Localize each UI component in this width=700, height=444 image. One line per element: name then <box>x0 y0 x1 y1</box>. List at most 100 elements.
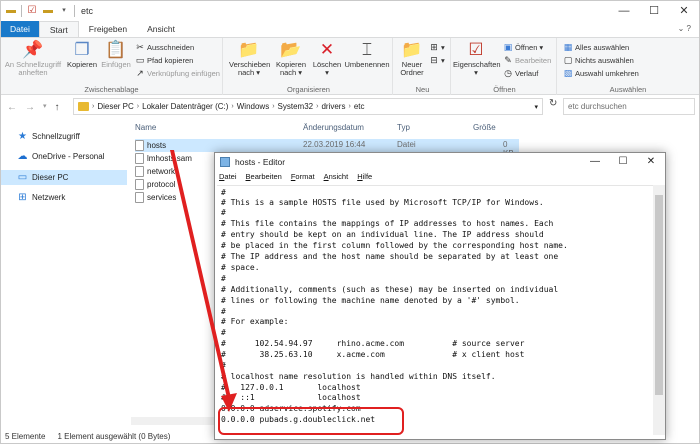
notepad-text-line: # <box>221 274 226 283</box>
properties-check-icon: ☑ <box>468 40 484 59</box>
tab-ansicht[interactable]: Ansicht <box>137 21 185 37</box>
nav-onedrive[interactable]: ☁ OneDrive - Personal <box>17 151 105 162</box>
new-item-button[interactable]: ⊞ ▾ <box>429 42 445 52</box>
move-to-button[interactable]: 📁 Verschieben nach ▾ <box>229 40 270 77</box>
ribbon-collapse-icon[interactable]: ⌄ ? <box>678 24 691 33</box>
paste-shortcut-button[interactable]: ↗ Verknüpfung einfügen <box>135 68 220 78</box>
file-icon <box>135 192 144 203</box>
notepad-maximize-button[interactable]: ☐ <box>609 153 637 171</box>
column-header-name[interactable]: Name <box>135 123 156 132</box>
crumb-system32[interactable]: System32 <box>278 102 314 111</box>
file-row-services[interactable]: services <box>135 191 176 204</box>
scrollbar-thumb[interactable] <box>655 195 663 395</box>
file-row-lmhosts[interactable]: lmhosts.sam <box>135 152 192 165</box>
file-row-networks[interactable]: networks <box>135 165 179 178</box>
horizontal-scrollbar[interactable] <box>131 417 221 425</box>
crumb-local-disk[interactable]: Lokaler Datenträger (C:) <box>142 102 228 111</box>
crumb-this-pc[interactable]: Dieser PC <box>97 102 133 111</box>
search-input[interactable]: etc durchsuchen <box>563 98 695 115</box>
cut-button[interactable]: ✂ Ausschneiden <box>135 42 194 52</box>
menu-ansicht[interactable]: Ansicht <box>324 172 349 184</box>
crumb-etc[interactable]: etc <box>354 102 365 111</box>
edit-button[interactable]: ✎ Bearbeiten <box>503 55 551 65</box>
nav-this-pc[interactable]: ▭ Dieser PC <box>1 170 127 185</box>
properties-icon[interactable]: ☑ <box>26 5 38 17</box>
folder-icon[interactable]: ▬ <box>5 5 17 17</box>
navigation-pane: ★ Schnellzugriff ☁ OneDrive - Personal ▭… <box>1 119 129 425</box>
file-row-protocol[interactable]: protocol <box>135 178 175 191</box>
crumb-windows[interactable]: Windows <box>237 102 269 111</box>
address-dropdown-icon[interactable]: ▾ <box>534 103 538 111</box>
nav-quick-access[interactable]: ★ Schnellzugriff <box>17 131 80 142</box>
new-folder-icon[interactable]: ▬ <box>42 5 54 17</box>
notepad-text-line: # <box>221 208 226 217</box>
column-header-date[interactable]: Änderungsdatum <box>303 123 364 132</box>
menu-hilfe[interactable]: Hilfe <box>357 172 372 184</box>
file-row-hosts[interactable]: hosts 22.03.2019 16:44 Datei 0 KB <box>135 139 519 158</box>
menu-bearbeiten[interactable]: Bearbeiten <box>246 172 282 184</box>
select-all-icon: ▦ <box>563 42 573 52</box>
open-button[interactable]: ▣ Öffnen ▾ <box>503 42 543 52</box>
clipboard-icon: 📋 <box>105 40 127 59</box>
tab-datei[interactable]: Datei <box>1 21 39 37</box>
history-button[interactable]: ◷ Verlauf <box>503 68 538 78</box>
copy-button[interactable]: ❐ Kopieren <box>65 40 99 69</box>
copy-path-button[interactable]: ▭ Pfad kopieren <box>135 55 194 65</box>
notepad-text-area[interactable]: # # This is a sample HOSTS file used by M… <box>217 185 653 435</box>
nav-network[interactable]: ⊞ Netzwerk <box>17 192 65 203</box>
invert-selection-button[interactable]: ▧ Auswahl umkehren <box>563 68 639 78</box>
group-label-new: Neu <box>415 85 430 94</box>
chevron-down-icon[interactable]: ▾ <box>58 5 70 17</box>
forward-arrow-icon[interactable]: → <box>25 102 35 113</box>
group-label-organize: Organisieren <box>287 85 330 94</box>
column-header-type[interactable]: Typ <box>397 123 410 132</box>
copy-to-button[interactable]: 📂 Kopieren nach ▾ <box>271 40 311 77</box>
easy-access-button[interactable]: ⊟ ▾ <box>429 55 445 65</box>
new-folder-icon: 📁 <box>401 40 423 59</box>
notepad-close-button[interactable]: ✕ <box>637 153 665 171</box>
computer-icon: ▭ <box>17 172 28 183</box>
up-arrow-icon[interactable]: ↑ <box>55 102 60 113</box>
group-open: ☑ Eigenschaften ▾ ▣ Öffnen ▾ ✎ Bearbeite… <box>453 38 557 95</box>
tab-freigeben[interactable]: Freigeben <box>79 21 137 37</box>
menu-datei[interactable]: Datei <box>219 172 237 184</box>
ribbon-tabs: Datei Start Freigeben Ansicht ⌄ ? <box>1 21 699 37</box>
chevron-right-icon[interactable]: › <box>272 103 274 110</box>
select-all-button[interactable]: ▦ Alles auswählen <box>563 42 629 52</box>
group-label-open: Öffnen <box>493 85 516 94</box>
chevron-right-icon: › <box>92 103 95 110</box>
new-folder-button[interactable]: 📁 Neuer Ordner <box>397 40 427 77</box>
easy-access-icon: ⊟ <box>430 55 438 65</box>
notepad-icon <box>220 157 230 167</box>
column-header-size[interactable]: Größe <box>473 123 496 132</box>
copy-folder-icon: 📂 <box>280 40 302 59</box>
delete-button[interactable]: ✕ Löschen ▾ <box>311 40 343 77</box>
crumb-drivers[interactable]: drivers <box>321 102 345 111</box>
address-bar[interactable]: › Dieser PC › Lokaler Datenträger (C:) ›… <box>73 98 543 115</box>
chevron-right-icon[interactable]: › <box>316 103 318 110</box>
menu-format[interactable]: Format <box>291 172 315 184</box>
back-arrow-icon[interactable]: ← <box>7 102 17 113</box>
tab-start[interactable]: Start <box>38 21 79 37</box>
rename-button[interactable]: ⌶ Umbenennen <box>343 40 391 69</box>
minimize-button[interactable]: — <box>609 1 639 21</box>
paste-button[interactable]: 📋 Einfügen <box>99 40 133 69</box>
close-button[interactable]: ✕ <box>669 1 699 21</box>
file-icon <box>135 140 144 151</box>
maximize-button[interactable]: ☐ <box>639 1 669 21</box>
notepad-text-line: # localhost name resolution is handled w… <box>221 372 496 381</box>
folder-icon <box>78 102 89 111</box>
refresh-icon[interactable]: ↻ <box>549 98 559 109</box>
notepad-vertical-scrollbar[interactable] <box>653 185 665 435</box>
file-icon <box>135 153 144 164</box>
notepad-text-line: # ::1 localhost <box>221 393 361 402</box>
chevron-right-icon[interactable]: › <box>348 103 350 110</box>
chevron-right-icon[interactable]: › <box>231 103 233 110</box>
chevron-right-icon[interactable]: › <box>137 103 139 110</box>
notepad-minimize-button[interactable]: — <box>581 153 609 171</box>
select-none-button[interactable]: ▢ Nichts auswählen <box>563 55 634 65</box>
recent-dropdown-icon[interactable]: ▾ <box>43 102 47 113</box>
pin-quick-access-button[interactable]: 📌 An Schnellzugriff anheften <box>3 40 63 77</box>
notepad-text-line: # 127.0.0.1 localhost <box>221 383 361 392</box>
properties-button[interactable]: ☑ Eigenschaften ▾ <box>453 40 501 77</box>
